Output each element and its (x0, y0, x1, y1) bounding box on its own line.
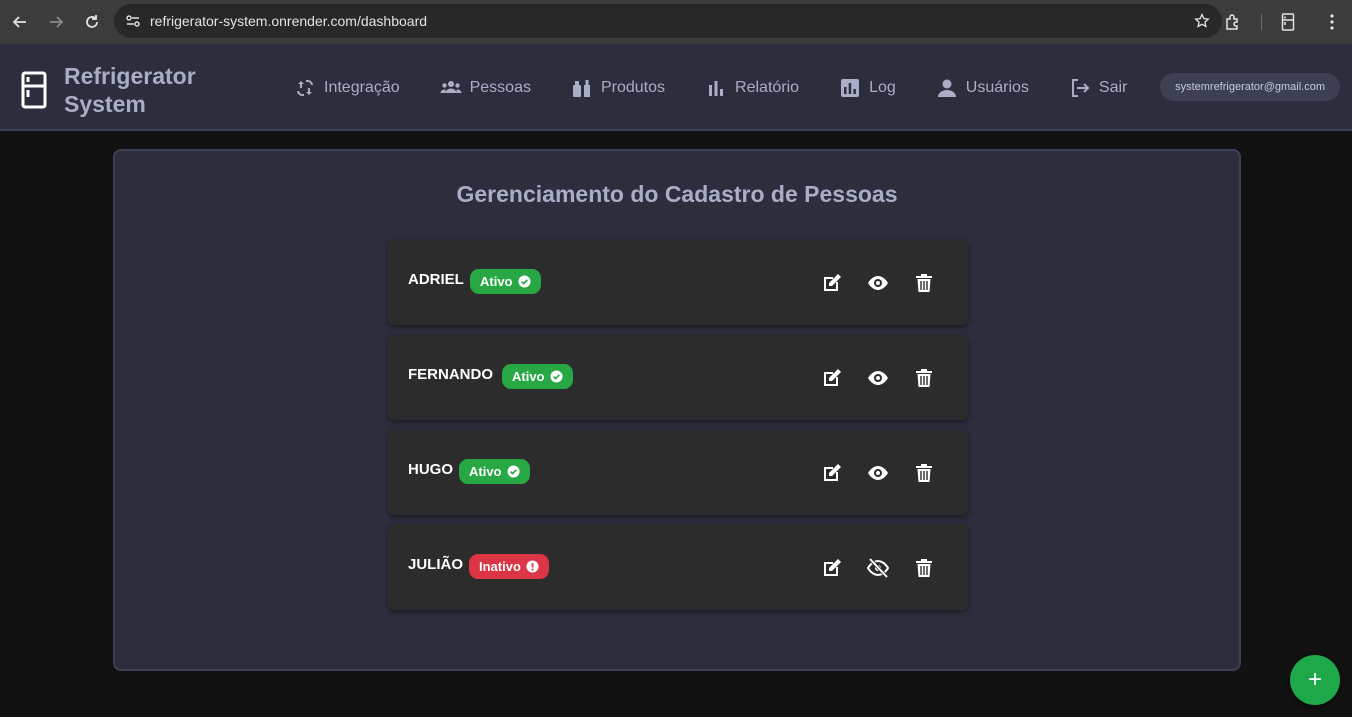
view-button[interactable] (864, 269, 892, 297)
bookmark-star-icon[interactable] (1194, 13, 1210, 29)
nav-label: Produtos (600, 78, 666, 96)
edit-icon (824, 369, 841, 386)
edit-icon (824, 274, 841, 291)
bar-chart-icon (709, 80, 724, 96)
edit-button[interactable] (818, 459, 846, 487)
trash-icon (916, 464, 932, 482)
eye-icon (868, 371, 888, 385)
log-icon (841, 78, 860, 97)
nav-label: Usuários (965, 78, 1029, 96)
fridge-extension-icon[interactable] (1272, 6, 1304, 38)
person-name: ADRIEL (408, 271, 464, 288)
status-badge: Ativo (459, 459, 530, 484)
app-header: Refrigerator System Integração Pessoas P… (0, 44, 1352, 131)
status-label: Ativo (469, 464, 502, 479)
row-actions (800, 269, 938, 297)
view-button[interactable] (864, 459, 892, 487)
nav-item-integracao[interactable]: Integração (294, 77, 400, 99)
edit-icon (824, 464, 841, 481)
person-card: HUGO Ativo (388, 430, 968, 515)
kebab-menu-icon[interactable] (1316, 6, 1348, 38)
status-label: Ativo (480, 274, 513, 289)
arrow-left-icon (12, 16, 26, 28)
reload-icon (86, 15, 98, 28)
view-button[interactable] (864, 364, 892, 392)
row-actions (800, 459, 938, 487)
delete-button[interactable] (910, 459, 938, 487)
status-label: Ativo (512, 369, 545, 384)
exclamation-circle-icon (526, 560, 539, 573)
delete-button[interactable] (910, 364, 938, 392)
nav-label: Integração (324, 78, 400, 96)
edit-button[interactable] (818, 554, 846, 582)
trash-icon (916, 274, 932, 292)
nav-label: Sair (1098, 78, 1128, 96)
view-button[interactable] (864, 554, 892, 582)
extensions-icon[interactable] (1217, 6, 1249, 38)
main-nav: Integração Pessoas Produtos Relatório Lo… (294, 44, 1127, 131)
nav-label: Relatório (735, 78, 800, 96)
edit-button[interactable] (818, 364, 846, 392)
nav-item-produtos[interactable]: Produtos (571, 77, 665, 99)
logout-icon (1071, 78, 1090, 97)
brand[interactable]: Refrigerator System (20, 62, 224, 118)
eye-icon (868, 276, 888, 290)
browser-toolbar: refrigerator-system.onrender.com/dashboa… (0, 0, 1352, 44)
status-badge: Inativo (469, 554, 549, 579)
brand-line-2: System (64, 91, 146, 117)
check-circle-icon (506, 465, 520, 478)
person-card: FERNANDO Ativo (388, 335, 968, 420)
brand-line-1: Refrigerator (64, 63, 196, 89)
trash-icon (916, 369, 932, 387)
delete-button[interactable] (910, 269, 938, 297)
person-card: ADRIEL Ativo (388, 240, 968, 325)
person-name: HUGO (408, 461, 453, 478)
person-name: JULIÃO (408, 556, 464, 573)
products-icon (572, 79, 590, 97)
check-circle-icon (549, 370, 563, 383)
status-badge: Ativo (502, 364, 573, 389)
people-panel: Gerenciamento do Cadastro de Pessoas ADR… (113, 149, 1241, 671)
nav-item-pessoas[interactable]: Pessoas (440, 77, 531, 99)
delete-button[interactable] (910, 554, 938, 582)
user-icon (937, 79, 956, 97)
row-actions (800, 554, 938, 582)
trash-icon (916, 559, 932, 577)
reload-button[interactable] (76, 6, 108, 38)
edit-button[interactable] (818, 269, 846, 297)
add-person-button[interactable]: + (1290, 655, 1340, 705)
toolbar-separator (1261, 14, 1262, 30)
back-button[interactable] (4, 6, 36, 38)
arrow-right-icon (50, 16, 64, 28)
nav-label: Log (869, 78, 896, 96)
nav-item-relatorio[interactable]: Relatório (705, 77, 799, 99)
nav-item-usuarios[interactable]: Usuários (936, 77, 1029, 99)
eye-icon (868, 466, 888, 480)
nav-item-sair[interactable]: Sair (1069, 77, 1127, 99)
person-name: FERNANDO (408, 366, 493, 383)
page-title: Gerenciamento do Cadastro de Pessoas (456, 181, 898, 207)
person-card: JULIÃO Inativo (388, 525, 968, 610)
status-label: Inativo (479, 559, 521, 574)
people-icon (440, 80, 462, 93)
user-email-badge[interactable]: systemrefrigerator@gmail.com (1160, 73, 1340, 101)
eye-slash-icon (867, 557, 889, 579)
url-text[interactable]: refrigerator-system.onrender.com/dashboa… (150, 13, 427, 29)
forward-button[interactable] (40, 6, 72, 38)
nav-label: Pessoas (469, 78, 531, 96)
edit-icon (824, 559, 841, 576)
row-actions (800, 364, 938, 392)
nav-item-log[interactable]: Log (839, 77, 896, 99)
status-badge: Ativo (470, 269, 541, 294)
address-bar[interactable]: refrigerator-system.onrender.com/dashboa… (114, 4, 1222, 38)
refrigerator-icon (21, 71, 47, 109)
brand-title: Refrigerator System (64, 62, 224, 118)
check-circle-icon (517, 275, 531, 288)
integration-icon (297, 79, 313, 96)
site-info-icon[interactable] (116, 4, 150, 38)
